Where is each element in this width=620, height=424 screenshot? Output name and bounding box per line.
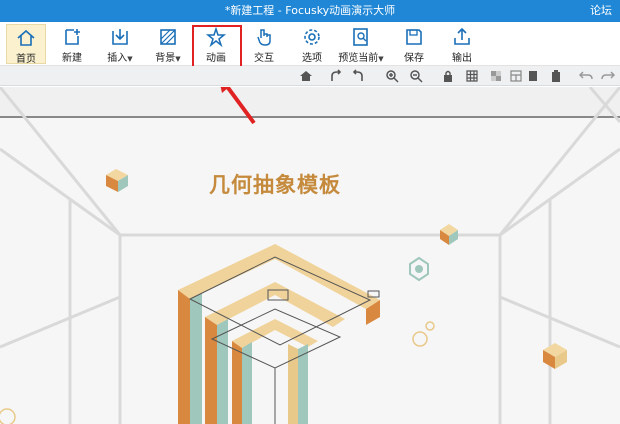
home-button[interactable]: 首页 <box>6 24 46 65</box>
insert-icon <box>112 29 128 45</box>
preview-current-button[interactable]: 预览当前▼ <box>336 24 386 64</box>
new-icon <box>65 29 80 45</box>
animation-highlight-box <box>192 25 242 69</box>
background-label: 背景 <box>155 53 176 64</box>
annotation-arrow <box>220 87 256 125</box>
grid-icon <box>466 70 478 82</box>
options-label: 选项 <box>302 53 322 64</box>
layout-button[interactable] <box>508 68 524 84</box>
template-background <box>0 87 620 424</box>
window-title: *新建工程 - Focusky动画演示大师 <box>224 4 396 17</box>
zoom-in-button[interactable] <box>384 68 400 84</box>
paste-button[interactable] <box>548 68 564 84</box>
checker-icon <box>491 71 501 81</box>
save-button[interactable]: 保存 <box>394 24 434 64</box>
main-ribbon: 首页 新建 插入▼ 背景▼ 动画 交互 选项 预览当前▼ 保存 输出 <box>0 22 620 66</box>
zoom-out-icon <box>410 70 423 83</box>
copy-button[interactable] <box>524 68 540 84</box>
forum-link[interactable]: 论坛 <box>590 0 612 22</box>
copy-icon <box>529 71 537 81</box>
rotate-ccw-icon <box>352 69 363 81</box>
background-icon <box>160 29 176 45</box>
insert-label: 插入 <box>107 53 128 64</box>
preview-icon <box>353 28 368 46</box>
chevron-down-icon: ▼ <box>378 55 384 63</box>
zoom-out-button[interactable] <box>408 68 424 84</box>
interaction-hand-icon <box>257 29 271 46</box>
rotate-cw-button[interactable] <box>328 68 344 84</box>
export-button[interactable]: 输出 <box>442 24 482 64</box>
pattern-button[interactable] <box>488 68 504 84</box>
undo-icon <box>579 71 593 80</box>
home-icon <box>300 71 312 81</box>
home-view-button[interactable] <box>298 68 314 84</box>
redo-icon <box>601 71 615 80</box>
home-icon <box>17 29 35 46</box>
new-label: 新建 <box>62 53 82 64</box>
export-icon <box>454 27 470 45</box>
interaction-button[interactable]: 交互 <box>244 24 284 64</box>
grid-button[interactable] <box>464 68 480 84</box>
paste-icon <box>552 70 560 82</box>
gear-icon <box>304 29 320 45</box>
interaction-label: 交互 <box>254 53 274 64</box>
canvas-toolbar <box>0 66 620 86</box>
layout-icon <box>510 70 522 82</box>
options-button[interactable]: 选项 <box>292 24 332 64</box>
home-label: 首页 <box>16 54 36 65</box>
title-bar: *新建工程 - Focusky动画演示大师 论坛 <box>0 0 620 22</box>
background-button[interactable]: 背景▼ <box>148 24 188 64</box>
insert-button[interactable]: 插入▼ <box>100 24 140 64</box>
new-button[interactable]: 新建 <box>52 24 92 64</box>
zoom-in-icon <box>386 70 399 83</box>
chevron-down-icon: ▼ <box>127 55 133 63</box>
undo-button[interactable] <box>578 68 594 84</box>
template-title[interactable]: 几何抽象模板 <box>200 169 350 199</box>
redo-button[interactable] <box>600 68 616 84</box>
rotate-ccw-button[interactable] <box>350 68 366 84</box>
editing-canvas[interactable]: 几何抽象模板 <box>0 87 620 424</box>
save-label: 保存 <box>404 53 424 64</box>
export-label: 输出 <box>452 53 472 64</box>
lock-icon <box>444 70 452 82</box>
save-icon <box>406 29 422 45</box>
lock-button[interactable] <box>440 68 456 84</box>
rotate-cw-icon <box>331 69 342 81</box>
preview-current-label: 预览当前 <box>338 53 379 64</box>
chevron-down-icon: ▼ <box>175 55 181 63</box>
